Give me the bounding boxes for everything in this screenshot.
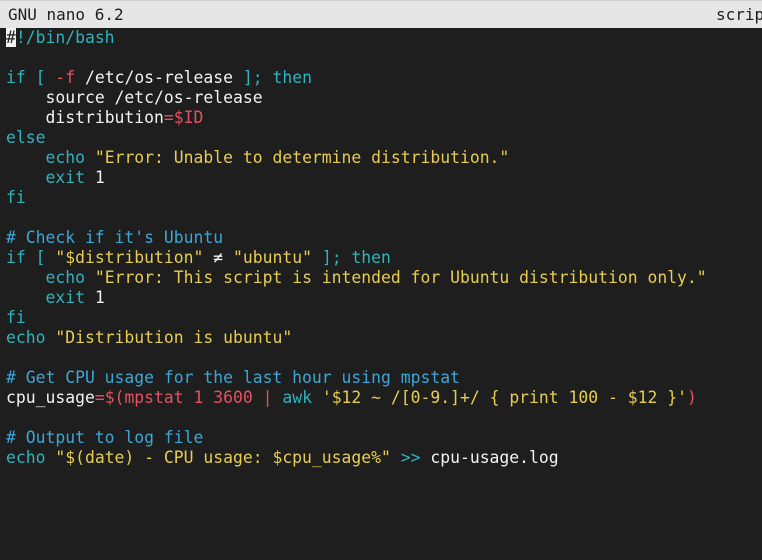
pipe-op: | [252, 388, 283, 407]
redirect-op: >> [390, 448, 421, 467]
awk-script: '$12 ~ /[0-9.]+/ { print 100 - $12 }' [311, 388, 687, 407]
variable-ref: $ID [173, 108, 204, 127]
keyword-echo: echo [6, 328, 46, 347]
code-line-9: fi [0, 188, 762, 208]
keyword-exit: exit [45, 288, 85, 307]
string-literal: "$distribution" [55, 248, 204, 267]
code-line-1: #!/bin/bash [0, 28, 762, 48]
text-cursor[interactable]: # [6, 28, 16, 47]
code-line-22: echo "$(date) - CPU usage: $cpu_usage%" … [0, 448, 762, 468]
bracket-close: ]; [242, 68, 263, 87]
editor-area[interactable]: #!/bin/bash if [ -f /etc/os-release ]; t… [0, 28, 762, 560]
keyword-if: if [6, 68, 26, 87]
code-line-19: cpu_usage=$(mpstat 1 3600 | awk '$12 ~ /… [0, 388, 762, 408]
keyword-then: then [341, 248, 391, 267]
app-version-label: GNU nano 6.2 [8, 5, 124, 24]
code-line-16: echo "Distribution is ubuntu" [0, 328, 762, 348]
keyword-echo: echo [45, 148, 85, 167]
code-line-11: # Check if it's Ubuntu [0, 228, 762, 248]
exit-code: 1 [84, 288, 105, 307]
keyword-fi: fi [6, 188, 26, 207]
mpstat-command: mpstat 1 3600 [124, 388, 253, 407]
exit-code: 1 [84, 168, 105, 187]
subst-close: ) [686, 388, 697, 407]
string-literal: "ubuntu" [233, 248, 312, 267]
code-line-12: if [ "$distribution" ≠ "ubuntu" ]; then [0, 248, 762, 268]
keyword-exit: exit [45, 168, 85, 187]
comment: # Output to log file [6, 428, 204, 447]
variable-name: distribution [45, 108, 164, 127]
code-line-6: else [0, 128, 762, 148]
filename-label: scrip [716, 5, 762, 24]
variable-name: cpu_usage [6, 388, 95, 407]
keyword-echo: echo [6, 448, 46, 467]
code-line-21: # Output to log file [0, 428, 762, 448]
keyword-fi: fi [6, 308, 26, 327]
path-text: /etc/os-release [75, 68, 243, 87]
keyword-then: then [262, 68, 312, 87]
code-line-13: echo "Error: This script is intended for… [0, 268, 762, 288]
test-flag: -f [55, 68, 76, 87]
code-line-8: exit 1 [0, 168, 762, 188]
terminal-window: GNU nano 6.2 scrip #!/bin/bash if [ -f /… [0, 0, 762, 560]
string-literal: "$(date) - CPU usage: $cpu_usage%" [45, 448, 391, 467]
code-line-4: source /etc/os-release [0, 88, 762, 108]
assign-op: = [163, 108, 174, 127]
source-command: source /etc/os-release [45, 88, 263, 107]
code-line-5: distribution=$ID [0, 108, 762, 128]
shebang: !/bin/bash [15, 28, 115, 47]
assign-op: = [94, 388, 105, 407]
keyword-else: else [6, 128, 46, 147]
keyword-if: if [6, 248, 26, 267]
code-line-14: exit 1 [0, 288, 762, 308]
string-literal: "Error: This script is intended for Ubun… [84, 268, 707, 287]
bracket-open: [ [25, 68, 56, 87]
comment: # Get CPU usage for the last hour using … [6, 368, 460, 387]
subst-open: $( [104, 388, 125, 407]
keyword-awk: awk [282, 388, 312, 407]
string-literal: "Distribution is ubuntu" [45, 328, 293, 347]
code-line-18: # Get CPU usage for the last hour using … [0, 368, 762, 388]
code-line-3: if [ -f /etc/os-release ]; then [0, 68, 762, 88]
comment: # Check if it's Ubuntu [6, 228, 224, 247]
bracket-open: [ [25, 248, 56, 267]
keyword-echo: echo [45, 268, 85, 287]
string-literal: "Error: Unable to determine distribution… [84, 148, 510, 167]
code-line-15: fi [0, 308, 762, 328]
log-filename: cpu-usage.log [420, 448, 559, 467]
not-equal-op: ≠ [203, 248, 233, 267]
bracket-close: ]; [311, 248, 342, 267]
nano-title-bar: GNU nano 6.2 scrip [0, 1, 762, 28]
code-line-7: echo "Error: Unable to determine distrib… [0, 148, 762, 168]
